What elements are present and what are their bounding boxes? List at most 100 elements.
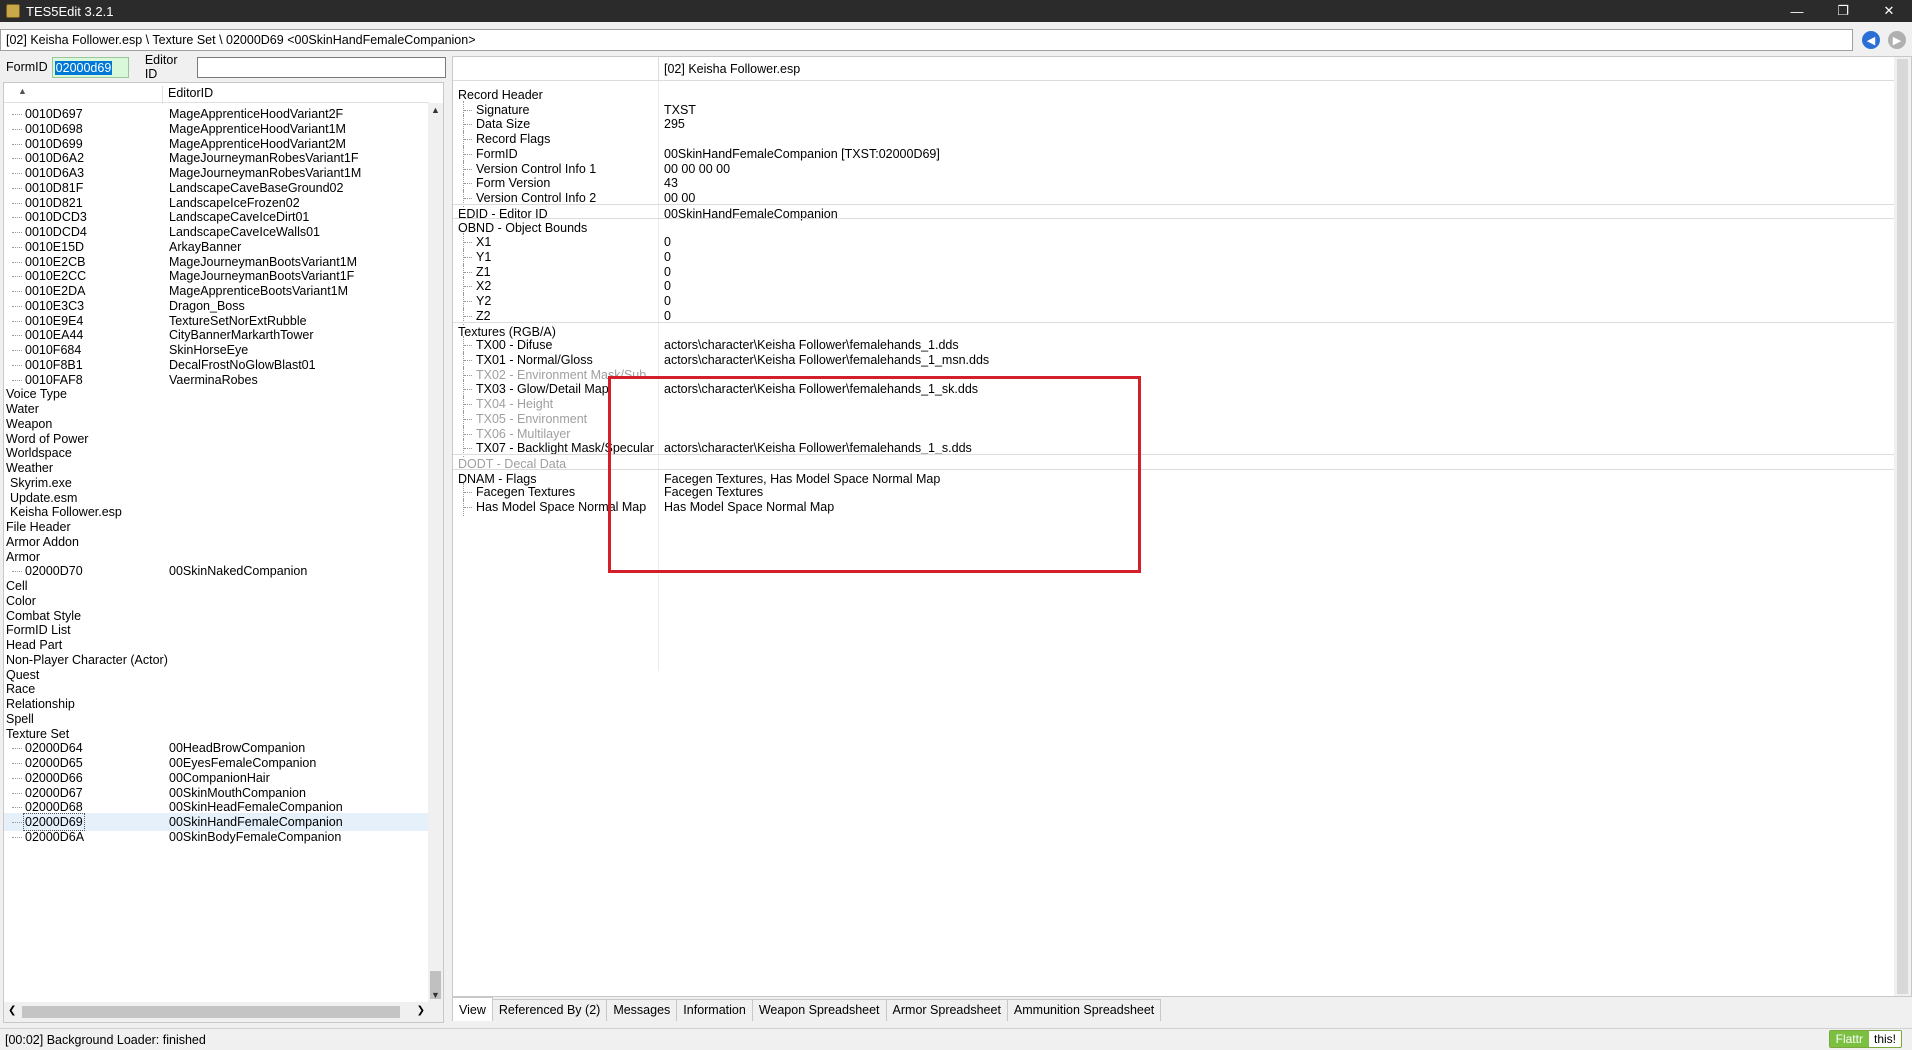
editorid-label: Editor ID: [144, 53, 178, 81]
tree-connector: [12, 246, 22, 248]
tree-connector: [464, 168, 472, 170]
tree-connector: [12, 173, 22, 174]
annotation-highlight-box: [608, 376, 1141, 573]
tab-ammunition-spreadsheet[interactable]: Ammunition Spreadsheet: [1006, 999, 1162, 1021]
tree-horizontal-scrollbar[interactable]: ❮ ❯: [4, 1002, 443, 1022]
flattr-this-label: this!: [1868, 1031, 1901, 1047]
editorid-column-header[interactable]: EditorID: [162, 86, 213, 104]
record-scroll-thumb[interactable]: [1897, 59, 1908, 994]
tree-header: ▲ EditorID: [4, 83, 429, 104]
record-scrollbar[interactable]: [1894, 57, 1911, 996]
formid-value: 02000d69: [54, 60, 113, 75]
tree-connector: [12, 748, 22, 750]
forward-arrow-icon[interactable]: ▶: [1888, 31, 1906, 49]
tree-connector: [464, 301, 472, 303]
tree-row-formid: 02000D6A: [25, 829, 85, 844]
record-path-bar[interactable]: [02] Keisha Follower.esp \ Texture Set \…: [0, 29, 1853, 51]
tree-connector: [12, 379, 22, 381]
tree-connector: [464, 492, 472, 494]
tab-view[interactable]: View: [452, 997, 493, 1021]
tree-connector: [12, 763, 22, 764]
tree-connector: [464, 359, 472, 361]
sort-arrow-icon[interactable]: ▲: [18, 86, 27, 96]
bottom-tabs: View Referenced By (2) Messages Information…: [452, 997, 1162, 1021]
tab-information[interactable]: Information: [676, 999, 753, 1021]
minimize-button[interactable]: —: [1774, 0, 1820, 22]
tree-connector: [12, 158, 22, 160]
record-tree[interactable]: ▲ EditorID 0010D697 MageApprenticeHoodVar…: [3, 82, 444, 1023]
record-path-text: [02] Keisha Follower.esp \ Texture Set \…: [6, 33, 476, 47]
tree-connector: [12, 822, 22, 823]
tree-connector: [12, 305, 22, 307]
scroll-right-icon[interactable]: ❯: [417, 1005, 425, 1016]
tree-connector: [464, 271, 472, 273]
tree-connector: [12, 320, 22, 322]
tree-vertical-scrollbar[interactable]: ▲ ▼: [428, 103, 443, 1002]
tree-connector: [464, 256, 472, 258]
tree-connector: [12, 792, 22, 794]
tree-connector: [464, 389, 472, 391]
hscroll-thumb[interactable]: [22, 1006, 400, 1018]
scroll-up-icon[interactable]: ▲: [431, 105, 440, 115]
flattr-button[interactable]: Flattr this!: [1828, 1030, 1902, 1048]
tree-connector: [464, 345, 472, 347]
back-arrow-icon[interactable]: ◀: [1862, 31, 1880, 49]
tree-connector: [12, 364, 22, 366]
tree-connector: [12, 187, 22, 189]
tree-connector: [464, 404, 472, 406]
tree-connector: [12, 836, 22, 838]
tree-connector: [12, 232, 22, 233]
status-bar: [00:02] Background Loader: finished: [0, 1028, 1912, 1050]
tree-connector: [464, 448, 472, 450]
window-controls: — ❐ ✕: [1774, 0, 1912, 22]
tree-row-editorid: 00SkinBodyFemaleCompanion: [169, 829, 342, 844]
tree-connector: [464, 183, 472, 185]
tree-connector: [464, 198, 472, 200]
tree-connector: [12, 128, 22, 130]
tree-connector: [464, 139, 472, 141]
pane-splitter[interactable]: [446, 56, 450, 1024]
tree-connector: [12, 217, 22, 219]
title-bar: TES5Edit 3.2.1 — ❐ ✕: [0, 0, 1912, 22]
tree-connector: [464, 315, 472, 317]
tree-connector: [12, 202, 22, 204]
flattr-label: Flattr: [1829, 1031, 1869, 1047]
tree-connector: [464, 433, 472, 435]
tree-connector: [464, 242, 472, 244]
formid-input[interactable]: 02000d69: [51, 56, 129, 78]
scroll-down-icon[interactable]: ▼: [431, 990, 440, 1000]
tree-connector: [12, 261, 22, 263]
window-title: TES5Edit 3.2.1: [26, 3, 114, 19]
tree-connector: [464, 418, 472, 420]
tree-connector: [12, 276, 22, 278]
tree-connector: [464, 507, 472, 509]
tree-connector: [464, 109, 472, 111]
tree-connector: [12, 777, 22, 779]
tree-connector: [12, 114, 22, 115]
tree-row[interactable]: 02000D6A 00SkinBodyFemaleCompanion: [4, 828, 429, 846]
scroll-left-icon[interactable]: ❮: [8, 1005, 16, 1016]
status-text: [00:02] Background Loader: finished: [5, 1032, 206, 1047]
tree-connector: [464, 124, 472, 126]
header-divider: [658, 57, 659, 81]
close-button[interactable]: ✕: [1866, 0, 1912, 22]
tab-referenced-by-2[interactable]: Referenced By (2): [491, 999, 608, 1021]
tree-connector: [464, 374, 472, 376]
record-view-header: [02] Keisha Follower.esp: [453, 57, 1895, 81]
file-column-header: [02] Keisha Follower.esp: [664, 62, 801, 76]
filter-bar: FormID 02000d69 Editor ID: [0, 53, 446, 81]
restore-button[interactable]: ❐: [1820, 0, 1866, 22]
tree-connector: [12, 571, 22, 573]
tree-connector: [12, 807, 22, 809]
tab-messages[interactable]: Messages: [606, 999, 678, 1021]
tree-connector: [464, 153, 472, 155]
tab-armor-spreadsheet[interactable]: Armor Spreadsheet: [885, 999, 1008, 1021]
tree-connector: [12, 335, 22, 337]
app-icon: [6, 4, 20, 18]
tree-connector: [464, 286, 472, 288]
tab-weapon-spreadsheet[interactable]: Weapon Spreadsheet: [751, 999, 887, 1021]
formid-label: FormID: [6, 60, 48, 74]
tree-connector: [12, 291, 22, 292]
tree-connector: [12, 350, 22, 351]
editorid-input[interactable]: [196, 56, 446, 78]
